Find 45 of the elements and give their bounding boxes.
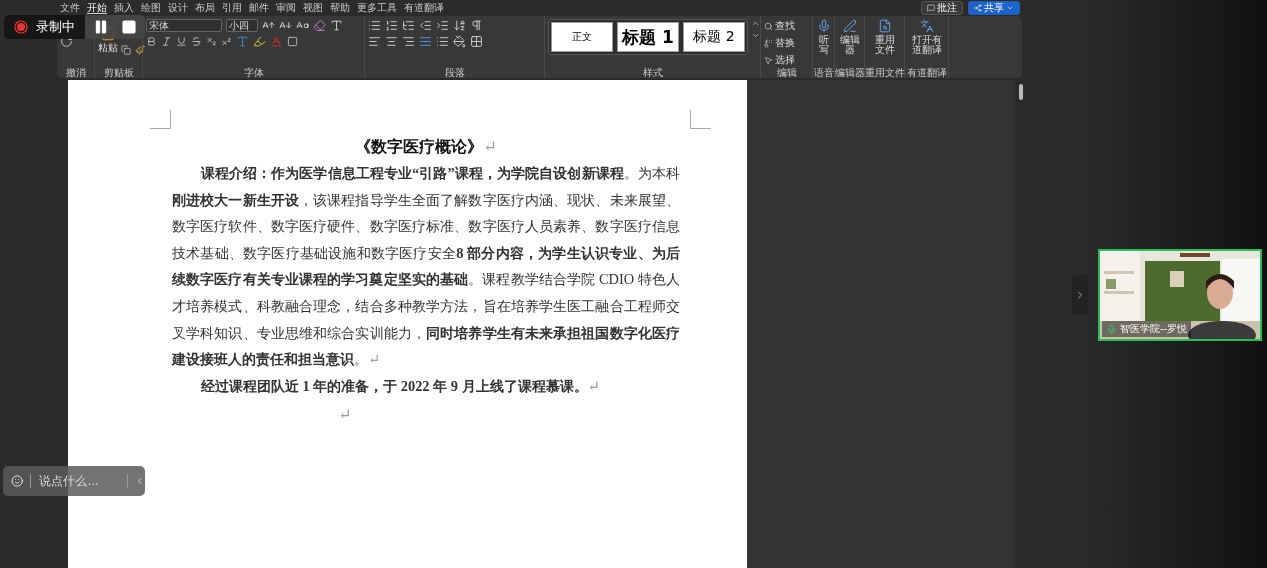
style-tile[interactable]: 标题 1	[617, 22, 679, 52]
menu-tab[interactable]: 审阅	[276, 2, 296, 13]
chat-input-bar[interactable]: 说点什么...	[3, 466, 145, 496]
paragraph-mark: ↵	[338, 406, 352, 424]
menu-tab[interactable]: 更多工具	[357, 2, 397, 13]
group-label: 编辑	[776, 67, 797, 78]
ribbon-button[interactable]: 重用文件	[873, 19, 896, 55]
ribbon-button[interactable]: 听写	[817, 19, 830, 55]
edit-menu-item[interactable]: 替换	[764, 36, 795, 50]
edit-menu-item[interactable]: 选择	[764, 53, 795, 67]
menu-tab[interactable]: 绘图	[141, 2, 161, 13]
group-label: 撤消	[65, 67, 86, 78]
group-label: 语音	[813, 67, 834, 78]
group-label: 有道翻译	[906, 67, 947, 78]
recording-label: 录制中	[36, 18, 75, 36]
menu-tab[interactable]: 文件	[60, 2, 80, 13]
ribbon-button[interactable]: 打开有道翻译	[908, 19, 945, 55]
group-label: 重用文件	[864, 67, 905, 78]
participant-name: 智医学院--罗悦	[1120, 322, 1188, 336]
menu-tab[interactable]: 插入	[114, 2, 134, 13]
group-label: 样式	[642, 67, 663, 78]
share-button[interactable]: 共享	[968, 0, 1020, 15]
paragraph: 经过课程团队近 1 年的准备，于 2022 年 9 月上线了课程慕课。↵	[199, 376, 601, 396]
menu-tab[interactable]: 邮件	[249, 2, 269, 13]
comment-button[interactable]: 批注	[921, 0, 963, 15]
group-label: 剪贴板	[103, 67, 134, 78]
menu-tab[interactable]: 布局	[195, 2, 215, 13]
menu-tab[interactable]: 开始	[87, 1, 107, 14]
document-title: 《数字医疗概论》↵	[354, 137, 498, 157]
group-label: 字体	[243, 67, 264, 78]
menu-tab[interactable]: 引用	[222, 2, 242, 13]
ribbon-button[interactable]: 编辑器	[838, 19, 861, 55]
group-label: 段落	[444, 67, 465, 78]
menu-tab[interactable]: 视图	[303, 2, 323, 13]
menu-tab[interactable]: 设计	[168, 2, 188, 13]
group-label: 编辑器	[834, 67, 865, 78]
menu-tab[interactable]: 帮助	[330, 2, 350, 13]
style-tile[interactable]: 正文	[551, 22, 613, 52]
chat-input[interactable]: 说点什么...	[30, 474, 129, 488]
font-name-field[interactable]: 宋体	[146, 19, 222, 32]
edit-menu-item[interactable]: 查找	[764, 19, 795, 33]
font-size-field[interactable]: 小四	[226, 19, 258, 32]
menu-tab[interactable]: 有道翻译	[404, 2, 444, 13]
style-tile[interactable]: 标题 2	[683, 22, 745, 52]
paragraph: 课程介绍：作为医学信息工程专业“引路”课程，为学院自设创新课程。为本科刚进校大一新生开设，该课程指导学生全面了解数字医疗内涵、现状、未来展望、数字医疗软件、数字医疗硬件、数字医疗标准、数字医疗人员素养、数字医疗信息技术基础、数字医疗基础设施和数字医疗安全8 部分内容，为学生认识专业、为后续数字医疗有关专业课程的学习奠定坚实的基础。课程教学结合学院 CDIO 特色人才培养模式、科教融合理念，结合多种教学方法，旨在培养学生医工融合工程师交叉学科知识、专业思维和综合实训能力，同时培养学生有未来承担祖国数字化医疗建设接班人的责任和担当意识。↵	[172, 164, 680, 370]
